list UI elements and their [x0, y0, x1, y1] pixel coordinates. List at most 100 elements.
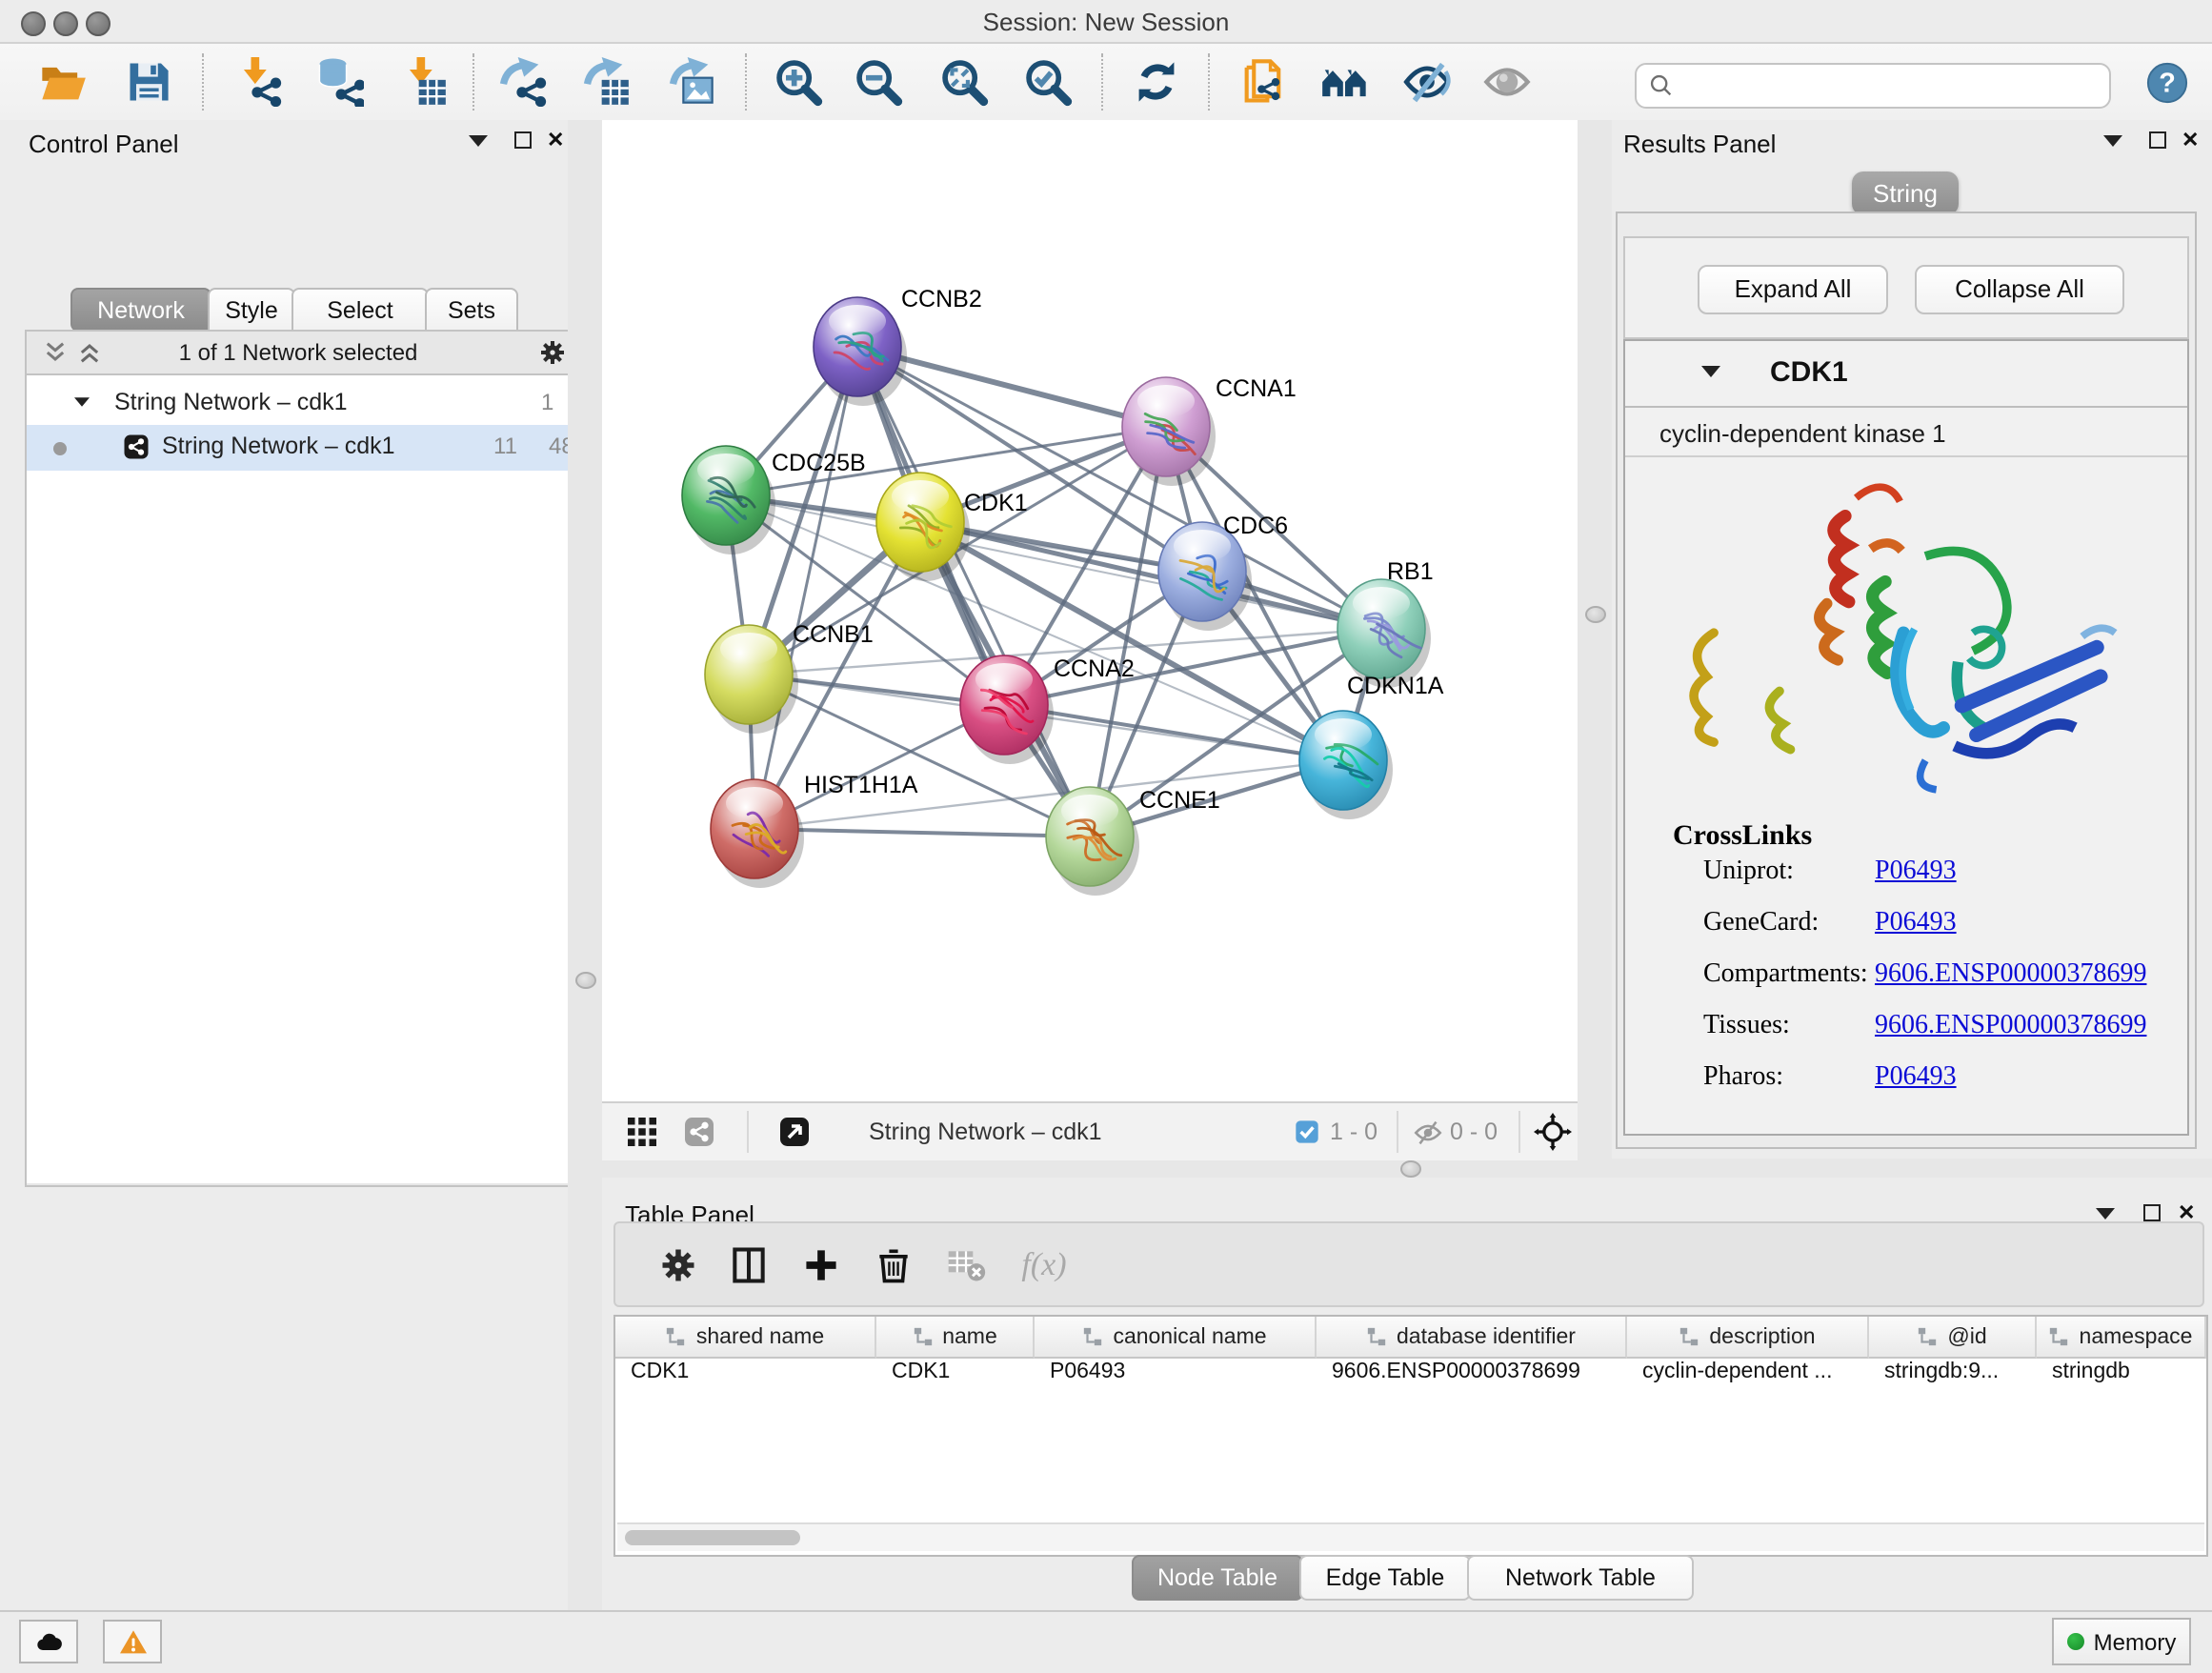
create-column-button[interactable] [796, 1240, 846, 1290]
network-collection-row[interactable]: String Network – cdk1 1 [27, 383, 570, 425]
zoom-fit-button[interactable] [934, 51, 995, 112]
table-cell[interactable]: CDK1 [876, 1359, 1035, 1391]
scrollbar-thumb[interactable] [625, 1530, 800, 1545]
horizontal-splitter-handle[interactable] [1400, 1160, 1421, 1178]
table-cell[interactable]: P06493 [1035, 1359, 1317, 1391]
right-splitter-handle[interactable] [1585, 606, 1606, 623]
refresh-icon [1132, 57, 1181, 107]
table-cell[interactable]: stringdb [2037, 1359, 2206, 1391]
tab-select[interactable]: Select [292, 288, 429, 332]
help-button[interactable]: ? [2145, 61, 2189, 105]
network-document-button[interactable] [1233, 51, 1294, 112]
left-splitter[interactable] [568, 120, 602, 1610]
warnings-button[interactable] [103, 1620, 162, 1663]
right-splitter[interactable] [1578, 120, 1612, 1159]
node-RB1[interactable] [1337, 579, 1431, 688]
crosslink-link-0[interactable]: P06493 [1875, 857, 1957, 888]
zoom-out-button[interactable] [848, 51, 909, 112]
table-cell[interactable]: stringdb:9... [1869, 1359, 2037, 1391]
grid-view-icon[interactable] [625, 1115, 659, 1149]
column-header-name[interactable]: name [876, 1317, 1035, 1359]
results-panel-close-icon[interactable]: ✕ [2182, 131, 2199, 151]
export-image-button[interactable] [661, 51, 722, 112]
control-panel-close-icon[interactable]: ✕ [547, 131, 564, 151]
node-CDKN1A[interactable] [1299, 711, 1393, 819]
column-header-shared-name[interactable]: shared name [615, 1317, 876, 1359]
column-header--id[interactable]: @id [1869, 1317, 2037, 1359]
protein-section-header[interactable]: CDK1 [1625, 341, 2187, 408]
import-table-from-file-button[interactable] [392, 51, 453, 112]
node-HIST1H1A[interactable] [711, 779, 804, 888]
node-CCNA1[interactable] [1122, 377, 1216, 486]
column-header-description[interactable]: description [1627, 1317, 1869, 1359]
edge-CCNA1-CCNE1[interactable] [1090, 427, 1166, 836]
column-header-database-identifier[interactable]: database identifier [1317, 1317, 1627, 1359]
node-CCNB2[interactable] [814, 297, 907, 406]
hide-selected-button[interactable] [1397, 51, 1458, 112]
status-bar: Memory [0, 1610, 2212, 1673]
export-network-button[interactable] [492, 51, 553, 112]
crosslink-link-4[interactable]: P06493 [1875, 1063, 1957, 1094]
birds-eye-icon[interactable] [1534, 1113, 1572, 1151]
delete-column-button[interactable] [869, 1240, 918, 1290]
external-view-icon[interactable] [777, 1115, 812, 1149]
houses-button[interactable] [1315, 51, 1376, 112]
zoom-selected-button[interactable] [1017, 51, 1078, 112]
search-input[interactable] [1682, 67, 2100, 105]
save-session-button[interactable] [118, 51, 179, 112]
zoom-in-button[interactable] [768, 51, 829, 112]
left-splitter-handle[interactable] [575, 972, 596, 989]
column-header-label: description [1709, 1325, 1815, 1348]
selected-checkbox-icon[interactable] [1294, 1119, 1320, 1145]
collapse-all-button[interactable]: Collapse All [1915, 265, 2124, 314]
control-panel-float-icon[interactable] [514, 131, 532, 149]
table-panel-collapse-icon[interactable] [2096, 1208, 2115, 1219]
network-canvas[interactable]: CCNB2CCNA1CDC25BCDK1CDC6RB1CCNB1CCNA2CDK… [602, 120, 1578, 1101]
protein-structure-image[interactable] [1652, 467, 2162, 806]
table-panel-float-icon[interactable] [2143, 1204, 2161, 1221]
tab-network[interactable]: Network [70, 288, 211, 332]
tab-edge-table[interactable]: Edge Table [1299, 1555, 1471, 1601]
column-header-canonical-name[interactable]: canonical name [1035, 1317, 1317, 1359]
tab-sets[interactable]: Sets [425, 288, 518, 332]
horizontal-splitter[interactable] [602, 1159, 2212, 1178]
table-panel-close-icon[interactable]: ✕ [2178, 1204, 2195, 1223]
table-horizontal-scrollbar[interactable] [617, 1522, 2204, 1551]
table-cell[interactable]: 9606.ENSP00000378699 [1317, 1359, 1627, 1391]
open-session-button[interactable] [32, 51, 93, 112]
export-table-button[interactable] [575, 51, 636, 112]
show-columns-button[interactable] [724, 1240, 774, 1290]
table-settings-button[interactable] [654, 1240, 703, 1290]
memory-button[interactable]: Memory [2052, 1618, 2191, 1665]
tab-node-table[interactable]: Node Table [1132, 1555, 1303, 1601]
tab-string[interactable]: String [1852, 171, 1959, 215]
tree-expand-icon[interactable] [74, 397, 90, 407]
network-row-selected[interactable]: String Network – cdk1 11 48 [27, 425, 570, 471]
crosslink-link-3[interactable]: 9606.ENSP00000378699 [1875, 1012, 2146, 1042]
import-network-from-file-button[interactable] [227, 51, 288, 112]
edge-CCNB2-CCNE1[interactable] [857, 347, 1090, 836]
table-cell[interactable]: CDK1 [615, 1359, 876, 1391]
node-CCNA2[interactable] [960, 655, 1054, 764]
tab-network-table[interactable]: Network Table [1467, 1555, 1694, 1601]
tab-style[interactable]: Style [208, 288, 295, 332]
gear-icon[interactable] [537, 337, 568, 368]
show-hidden-button[interactable] [1477, 51, 1538, 112]
node-CCNE1[interactable] [1046, 787, 1139, 896]
crosslink-link-1[interactable]: P06493 [1875, 909, 1957, 939]
section-collapse-icon[interactable] [1701, 366, 1720, 377]
edge-HIST1H1A-CCNE1[interactable] [754, 829, 1090, 836]
cloud-button[interactable] [19, 1620, 78, 1663]
table-cell[interactable]: cyclin-dependent ... [1627, 1359, 1869, 1391]
results-panel-float-icon[interactable] [2149, 131, 2166, 149]
import-network-from-database-button[interactable] [309, 51, 370, 112]
column-header-namespace[interactable]: namespace [2037, 1317, 2206, 1359]
expand-all-button[interactable]: Expand All [1698, 265, 1888, 314]
results-panel-collapse-icon[interactable] [2103, 135, 2122, 147]
node-CDK1[interactable] [876, 473, 970, 581]
node-CDC25B[interactable] [682, 446, 775, 554]
crosslink-link-2[interactable]: 9606.ENSP00000378699 [1875, 960, 2146, 991]
control-panel-collapse-icon[interactable] [469, 135, 488, 147]
share-view-icon[interactable] [682, 1115, 716, 1149]
refresh-button[interactable] [1126, 51, 1187, 112]
